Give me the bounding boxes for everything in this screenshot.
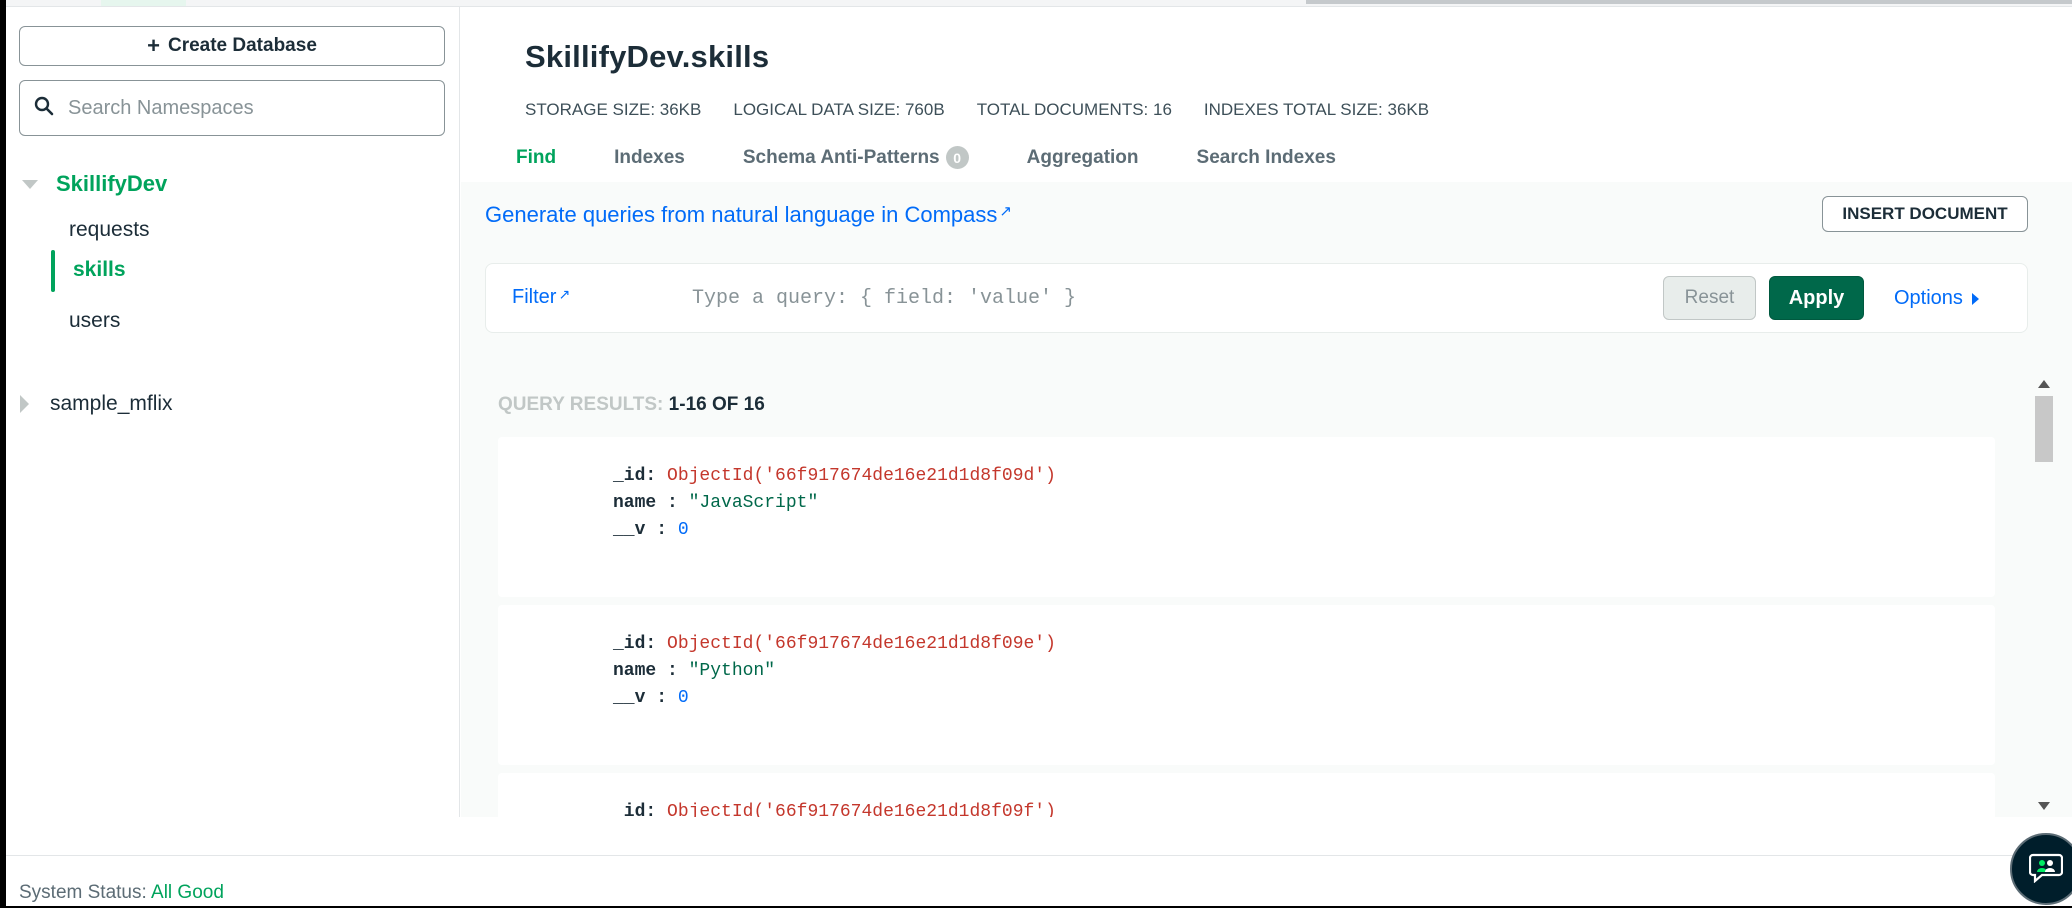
document-card[interactable]: _id: ObjectId('66f917674de16e21d1d8f09f'…: [498, 773, 1995, 817]
system-status[interactable]: System Status: All Good: [19, 882, 224, 904]
caret-down-icon[interactable]: [22, 180, 38, 189]
tab-schema-anti-patterns[interactable]: Schema Anti-Patterns 0: [743, 146, 969, 169]
field-value: "JavaScript": [688, 493, 819, 513]
field-key: _id:: [613, 466, 657, 486]
search-icon: [34, 96, 54, 121]
field-value: "Python": [688, 661, 776, 681]
caret-right-icon[interactable]: [20, 395, 29, 413]
chat-assistant-button[interactable]: [2010, 833, 2072, 905]
create-database-label: Create Database: [167, 35, 317, 56]
tab-search-indexes[interactable]: Search Indexes: [1197, 146, 1336, 169]
field-value: 0: [677, 688, 689, 708]
sidebar-collection-requests[interactable]: requests: [6, 208, 460, 252]
field-row: __v : 0: [613, 517, 1056, 544]
natural-language-link[interactable]: Generate queries from natural language i…: [485, 202, 1012, 228]
tab-aggregation[interactable]: Aggregation: [1027, 146, 1139, 169]
field-value: 0: [677, 520, 689, 540]
chat-icon: [2028, 851, 2064, 888]
main-panel: SkillifyDev.skills STORAGE SIZE: 36KB LO…: [461, 7, 2072, 817]
footer: System Status: All Good: [6, 855, 2072, 906]
sidebar: + Create Database SkillifyDev requests s…: [6, 7, 460, 817]
insert-document-button[interactable]: INSERT DOCUMENT: [1822, 196, 2028, 232]
external-link-icon: ↗: [558, 286, 571, 302]
document-card[interactable]: _id: ObjectId('66f917674de16e21d1d8f09d'…: [498, 437, 1995, 597]
db-name: SkillifyDev: [56, 171, 168, 196]
top-strip: [6, 0, 2072, 7]
scroll-down-arrow-icon[interactable]: [2038, 802, 2050, 810]
field-key: _id:: [613, 802, 657, 817]
field-value: ObjectId('66f917674de16e21d1d8f09f'): [667, 802, 1056, 817]
results-count: 1-16 OF 16: [668, 394, 765, 415]
find-content: Generate queries from natural language i…: [461, 182, 2072, 817]
document-list: _id: ObjectId('66f917674de16e21d1d8f09d'…: [498, 437, 1995, 817]
scroll-thumb[interactable]: [2035, 396, 2053, 462]
indexes-total-size: INDEXES TOTAL SIZE: 36KB: [1203, 100, 1430, 119]
logical-data-size: LOGICAL DATA SIZE: 760B: [733, 100, 945, 119]
collection-stats: STORAGE SIZE: 36KB LOGICAL DATA SIZE: 76…: [525, 100, 1461, 120]
field-row: _id: ObjectId('66f917674de16e21d1d8f09d'…: [613, 463, 1056, 490]
field-row: __v : 0: [613, 685, 1056, 712]
field-key: _id:: [613, 634, 657, 654]
collection-name: requests: [69, 218, 150, 241]
field-key: name :: [613, 493, 678, 513]
filter-label: Filter: [512, 286, 557, 308]
sidebar-db-sample-mflix[interactable]: sample_mflix: [6, 383, 460, 423]
sidebar-db-skillifydev[interactable]: SkillifyDev: [6, 162, 460, 206]
external-link-icon: ↗: [999, 203, 1012, 220]
plus-icon: +: [147, 33, 160, 58]
apply-button[interactable]: Apply: [1769, 276, 1864, 320]
query-input[interactable]: Type a query: { field: 'value' }: [692, 287, 1076, 310]
search-namespaces-input[interactable]: [68, 96, 428, 120]
field-row: _id: ObjectId('66f917674de16e21d1d8f09f'…: [613, 799, 1056, 817]
options-button[interactable]: Options: [1894, 287, 1979, 310]
sidebar-collection-skills[interactable]: skills: [6, 248, 460, 292]
tab-label: Indexes: [614, 146, 685, 168]
total-documents: TOTAL DOCUMENTS: 16: [976, 100, 1172, 119]
create-database-button[interactable]: + Create Database: [19, 26, 445, 66]
tab-label: Search Indexes: [1196, 146, 1336, 168]
sidebar-collection-users[interactable]: users: [6, 299, 460, 343]
link-label: Generate queries from natural language i…: [485, 202, 998, 227]
collection-name: skills: [73, 258, 126, 281]
status-label: System Status:: [19, 882, 147, 903]
tab-indexes[interactable]: Indexes: [614, 146, 685, 169]
field-row: name : "Python": [613, 658, 1056, 685]
active-indicator: [51, 250, 55, 292]
page-title: SkillifyDev.skills: [525, 39, 770, 74]
field-row: name : "JavaScript": [613, 490, 1056, 517]
tab-label: Find: [516, 146, 557, 168]
document-card[interactable]: _id: ObjectId('66f917674de16e21d1d8f09e'…: [498, 605, 1995, 765]
collection-tabs: Find Indexes Schema Anti-Patterns 0 Aggr…: [516, 146, 1394, 169]
options-label: Options: [1894, 287, 1963, 309]
results-scrollbar[interactable]: [2030, 378, 2058, 817]
storage-size: STORAGE SIZE: 36KB: [525, 100, 702, 119]
query-bar: Filter ↗ Type a query: { field: 'value' }…: [485, 263, 2028, 333]
field-row: _id: ObjectId('66f917674de16e21d1d8f09e'…: [613, 631, 1056, 658]
query-results-label: QUERY RESULTS: 1-16 OF 16: [498, 394, 765, 416]
collection-name: users: [69, 309, 121, 332]
tab-label: Aggregation: [1026, 146, 1139, 168]
db-name: sample_mflix: [50, 392, 173, 415]
field-key: name :: [613, 661, 678, 681]
results-label-text: QUERY RESULTS:: [498, 394, 664, 415]
reset-button[interactable]: Reset: [1663, 276, 1756, 320]
tab-label: Schema Anti-Patterns: [742, 146, 940, 168]
scroll-up-arrow-icon[interactable]: [2038, 380, 2050, 388]
field-key: __v :: [613, 520, 668, 540]
count-badge: 0: [945, 146, 969, 169]
search-namespaces-field[interactable]: [19, 80, 445, 136]
filter-link[interactable]: Filter ↗: [512, 286, 570, 309]
field-key: __v :: [613, 688, 668, 708]
app-window: + Create Database SkillifyDev requests s…: [6, 0, 2072, 906]
caret-right-icon: [1971, 292, 1979, 305]
status-value: All Good: [151, 882, 224, 903]
field-value: ObjectId('66f917674de16e21d1d8f09e'): [667, 634, 1056, 654]
field-value: ObjectId('66f917674de16e21d1d8f09d'): [667, 466, 1056, 486]
tab-find[interactable]: Find: [516, 146, 556, 169]
